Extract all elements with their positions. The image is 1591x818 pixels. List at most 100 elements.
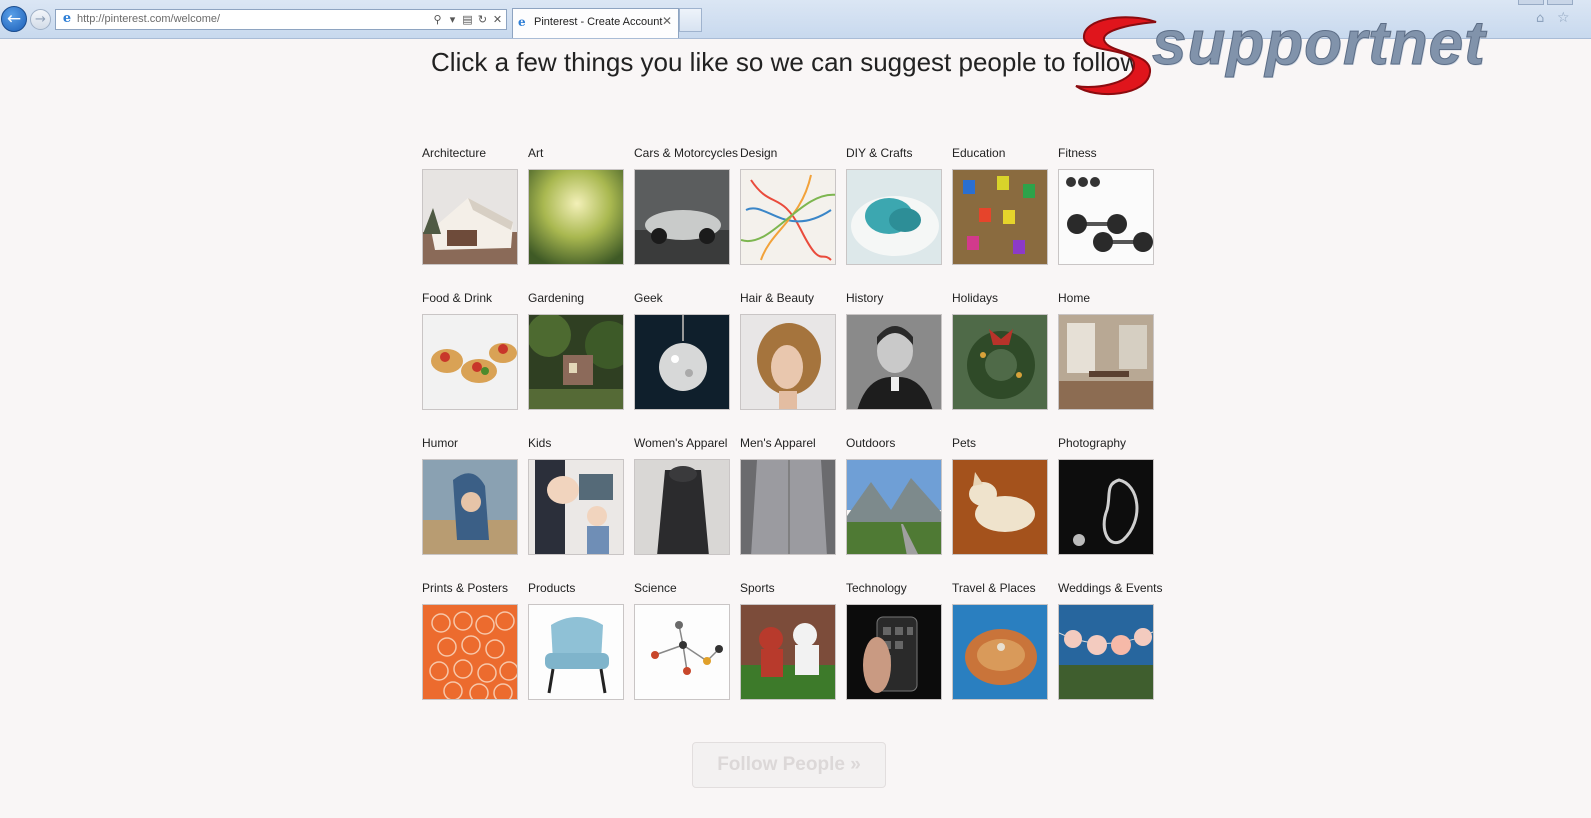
category-label: Men's Apparel bbox=[740, 436, 816, 450]
category-thumbnail[interactable] bbox=[634, 169, 730, 265]
category-design[interactable]: Design bbox=[740, 145, 846, 290]
search-icon[interactable]: ⚲ bbox=[432, 11, 443, 29]
category-travel-places[interactable]: Travel & Places bbox=[952, 580, 1058, 725]
category-thumbnail[interactable] bbox=[528, 314, 624, 410]
category-label: Architecture bbox=[422, 146, 487, 160]
category-humor[interactable]: Humor bbox=[422, 435, 528, 580]
category-science[interactable]: Science bbox=[634, 580, 740, 725]
category-thumbnail[interactable] bbox=[528, 169, 624, 265]
refresh-icon[interactable]: ↻ bbox=[477, 11, 488, 29]
category-gardening[interactable]: Gardening bbox=[528, 290, 634, 435]
category-row: Architecture Art Cars & Motorcycles Desi… bbox=[422, 145, 1158, 290]
category-geek[interactable]: Geek bbox=[634, 290, 740, 435]
page-heading: Click a few things you like so we can su… bbox=[431, 47, 1145, 77]
category-thumbnail[interactable] bbox=[1058, 169, 1154, 265]
category-art[interactable]: Art bbox=[528, 145, 634, 290]
category-food-drink[interactable]: Food & Drink bbox=[422, 290, 528, 435]
supportnet-watermark: supportnet bbox=[1152, 9, 1486, 79]
category-architecture[interactable]: Architecture bbox=[422, 145, 528, 290]
stop-icon[interactable]: ✕ bbox=[492, 11, 503, 29]
category-prints-posters[interactable]: Prints & Posters bbox=[422, 580, 528, 725]
category-row: Food & Drink Gardening Geek Hair & Beaut… bbox=[422, 290, 1158, 435]
category-thumbnail[interactable] bbox=[846, 169, 942, 265]
category-thumbnail[interactable] bbox=[740, 314, 836, 410]
category-thumbnail[interactable] bbox=[952, 604, 1048, 700]
favorites-star-icon[interactable]: ☆ bbox=[1557, 10, 1570, 26]
category-label: Education bbox=[952, 146, 1006, 160]
dropdown-icon[interactable]: ▾ bbox=[447, 11, 458, 29]
category-thumbnail[interactable] bbox=[634, 604, 730, 700]
category-thumbnail[interactable] bbox=[740, 169, 836, 265]
tab-title: Pinterest - Create Account bbox=[534, 16, 663, 28]
category-pets[interactable]: Pets bbox=[952, 435, 1058, 580]
category-photography[interactable]: Photography bbox=[1058, 435, 1164, 580]
category-holidays[interactable]: Holidays bbox=[952, 290, 1058, 435]
category-thumbnail[interactable] bbox=[422, 314, 518, 410]
category-label: Science bbox=[634, 581, 677, 595]
category-thumbnail[interactable] bbox=[528, 459, 624, 555]
category-products[interactable]: Products bbox=[528, 580, 634, 725]
address-bar-icons: ⚲ ▾ ▤ ↻ ✕ bbox=[432, 11, 503, 29]
compatibility-view-icon[interactable]: ▤ bbox=[462, 11, 473, 29]
category-thumbnail[interactable] bbox=[740, 459, 836, 555]
category-kids[interactable]: Kids bbox=[528, 435, 634, 580]
category-outdoors[interactable]: Outdoors bbox=[846, 435, 952, 580]
category-thumbnail[interactable] bbox=[952, 314, 1048, 410]
address-bar[interactable]: e http://pinterest.com/welcome/ ⚲ ▾ ▤ ↻ … bbox=[55, 9, 507, 30]
category-thumbnail[interactable] bbox=[846, 604, 942, 700]
forward-button[interactable]: → bbox=[30, 9, 51, 30]
category-home[interactable]: Home bbox=[1058, 290, 1164, 435]
category-thumbnail[interactable] bbox=[952, 169, 1048, 265]
category-label: Humor bbox=[422, 436, 459, 450]
category-thumbnail[interactable] bbox=[952, 459, 1048, 555]
category-label: Holidays bbox=[952, 291, 999, 305]
category-hair-beauty[interactable]: Hair & Beauty bbox=[740, 290, 846, 435]
category-row: Humor Kids Women's Apparel Men's Apparel… bbox=[422, 435, 1158, 580]
category-thumbnail[interactable] bbox=[634, 459, 730, 555]
category-thumbnail[interactable] bbox=[422, 459, 518, 555]
new-tab-button[interactable] bbox=[679, 8, 702, 32]
category-diy-crafts[interactable]: DIY & Crafts bbox=[846, 145, 952, 290]
category-thumbnail[interactable] bbox=[422, 604, 518, 700]
follow-people-button[interactable]: Follow People » bbox=[692, 742, 886, 788]
category-thumbnail[interactable] bbox=[528, 604, 624, 700]
category-row: Prints & Posters Products Science Sports… bbox=[422, 580, 1163, 725]
home-icon[interactable]: ⌂ bbox=[1536, 11, 1544, 26]
category-thumbnail[interactable] bbox=[1058, 459, 1154, 555]
category-label: Gardening bbox=[528, 291, 585, 305]
minimize-button[interactable] bbox=[1518, 0, 1544, 5]
category-label: Design bbox=[740, 146, 778, 160]
category-thumbnail[interactable] bbox=[846, 459, 942, 555]
category-thumbnail[interactable] bbox=[1058, 604, 1154, 700]
category-technology[interactable]: Technology bbox=[846, 580, 952, 725]
category-education[interactable]: Education bbox=[952, 145, 1058, 290]
category-label: Fitness bbox=[1058, 146, 1097, 160]
category-womens-apparel[interactable]: Women's Apparel bbox=[634, 435, 740, 580]
category-grid: Architecture Art Cars & Motorcycles Desi… bbox=[422, 145, 1163, 725]
category-thumbnail[interactable] bbox=[846, 314, 942, 410]
category-cars-motorcycles[interactable]: Cars & Motorcycles bbox=[634, 145, 740, 290]
category-mens-apparel[interactable]: Men's Apparel bbox=[740, 435, 846, 580]
back-button[interactable]: ← bbox=[1, 6, 27, 32]
category-weddings-events[interactable]: Weddings & Events bbox=[1058, 580, 1164, 725]
category-label: Food & Drink bbox=[422, 291, 493, 305]
category-history[interactable]: History bbox=[846, 290, 952, 435]
tab-close-icon[interactable]: ✕ bbox=[662, 14, 672, 28]
category-label: History bbox=[846, 291, 884, 305]
category-thumbnail[interactable] bbox=[634, 314, 730, 410]
category-label: Geek bbox=[634, 291, 663, 305]
category-fitness[interactable]: Fitness bbox=[1058, 145, 1164, 290]
category-thumbnail[interactable] bbox=[740, 604, 836, 700]
category-label: Art bbox=[528, 146, 544, 160]
category-thumbnail[interactable] bbox=[1058, 314, 1154, 410]
category-thumbnail[interactable] bbox=[422, 169, 518, 265]
category-label: Outdoors bbox=[846, 436, 896, 450]
tab-pinterest[interactable]: e Pinterest - Create Account ✕ bbox=[512, 8, 679, 38]
maximize-button[interactable] bbox=[1547, 0, 1573, 5]
category-label: Sports bbox=[740, 581, 775, 595]
ie-page-icon: e bbox=[62, 11, 72, 26]
category-label: Cars & Motorcycles bbox=[634, 146, 739, 160]
category-sports[interactable]: Sports bbox=[740, 580, 846, 725]
url-text[interactable]: http://pinterest.com/welcome/ bbox=[77, 13, 220, 25]
category-label: Kids bbox=[528, 436, 552, 450]
